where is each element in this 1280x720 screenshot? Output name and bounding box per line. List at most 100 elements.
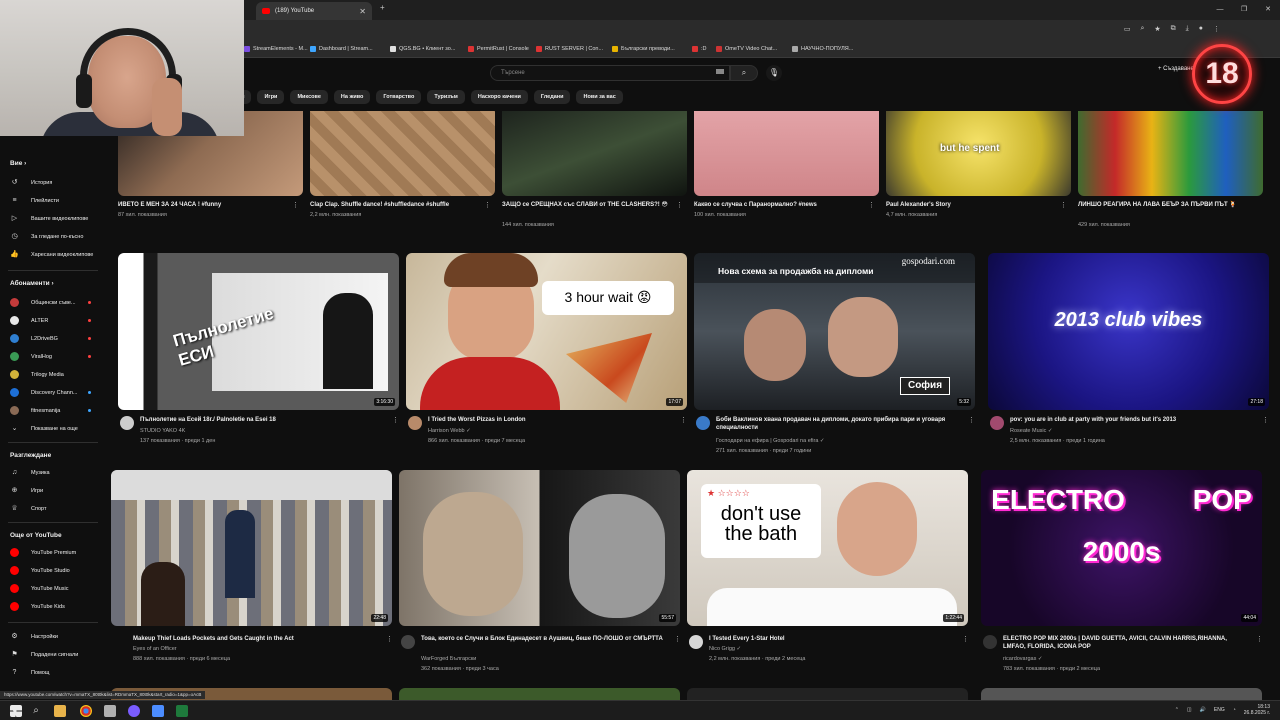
video-thumbnail[interactable]: ELECTRO POP 2000s 44:04: [981, 470, 1262, 626]
video-thumbnail[interactable]: 22:48: [111, 470, 392, 626]
chip[interactable]: Наскоро качени: [470, 90, 528, 104]
channel-avatar[interactable]: [696, 416, 710, 430]
channel-avatar[interactable]: [120, 416, 134, 430]
channel-avatar[interactable]: [408, 416, 422, 430]
sidebar-item-report-history[interactable]: ⚑ Подадени сигнали: [10, 650, 78, 659]
video-thumbnail[interactable]: gospodari.com Нова схема за продажба на …: [694, 253, 975, 410]
sidebar-sub[interactable]: ViralHog: [10, 352, 52, 361]
video-title[interactable]: I Tested Every 1-Star Hotel: [709, 635, 955, 643]
chip[interactable]: Гледани: [533, 90, 571, 104]
channel-name[interactable]: Roseate Music ✓: [1010, 427, 1053, 435]
more-options-icon[interactable]: ⋮: [392, 416, 399, 424]
sidebar-sub[interactable]: ALTER: [10, 316, 48, 325]
short-title[interactable]: ЛИНШО РЕАГИРА НА ЛАВА БЕЪР ЗА ПЪРВИ ПЪТ …: [1078, 201, 1256, 209]
more-options-icon[interactable]: ⋮: [292, 201, 299, 209]
short-thumbnail[interactable]: [694, 111, 879, 196]
search-icon[interactable]: ⌕: [30, 705, 42, 717]
video-title[interactable]: Боби Ваклинов хвана продавач на дипломи,…: [716, 416, 962, 432]
bookmark[interactable]: Български преводи...: [612, 46, 675, 52]
short-title[interactable]: Paul Alexander's Story: [886, 201, 1058, 209]
bookmark[interactable]: НАУЧНО-ПОПУЛЯ...: [792, 46, 853, 52]
video-title[interactable]: Това, което се Случи в Блок Единадесет в…: [421, 635, 667, 643]
keyboard-icon[interactable]: [716, 69, 724, 74]
video-title[interactable]: pov: you are in club at party with your …: [1010, 416, 1256, 424]
video-thumbnail[interactable]: 55:57: [399, 470, 680, 626]
channel-name[interactable]: Eyes of an Officer: [133, 645, 177, 653]
short-thumbnail[interactable]: but he spent: [886, 111, 1071, 196]
screen-share-icon[interactable]: ▭: [1124, 25, 1131, 33]
more-options-icon[interactable]: ⋮: [962, 635, 969, 643]
zoom-icon[interactable]: ⌕: [1140, 25, 1144, 33]
video-title[interactable]: ELECTRO POP MIX 2000s | DAVID GUETTA, AV…: [1003, 635, 1249, 651]
sidebar-item-history[interactable]: ↺ История: [10, 178, 53, 187]
bookmark[interactable]: OmeTV Video Chat...: [716, 46, 777, 52]
star-icon[interactable]: ★: [1154, 25, 1160, 33]
channel-name[interactable]: ricardovargas ✓: [1003, 655, 1042, 663]
language-indicator[interactable]: ENG: [1214, 707, 1225, 713]
video-thumbnail[interactable]: don't use the bath ★ ☆☆☆☆ 1:22:44: [687, 470, 968, 626]
short-thumbnail[interactable]: [1078, 111, 1263, 196]
microphone-icon[interactable]: 🎙: [766, 65, 782, 81]
app-icon[interactable]: [176, 705, 188, 717]
chrome-icon[interactable]: [80, 705, 92, 717]
bookmark[interactable]: RUST SERVER | Con...: [536, 46, 603, 52]
video-thumbnail[interactable]: [687, 688, 968, 700]
sidebar-show-more[interactable]: ⌄ Показване на още: [10, 424, 78, 433]
sidebar-you-header[interactable]: Вие ›: [10, 160, 26, 167]
more-options-icon[interactable]: ⋮: [676, 201, 683, 209]
channel-name[interactable]: WarForged Български: [421, 655, 476, 663]
bookmark[interactable]: QGS.BG • Клиент зо...: [390, 46, 455, 52]
video-thumbnail[interactable]: [981, 688, 1262, 700]
chip[interactable]: Туризъм: [427, 90, 465, 104]
more-options-icon[interactable]: ⋮: [1256, 635, 1263, 643]
app-icon[interactable]: [152, 705, 164, 717]
maximize-icon[interactable]: ❐: [1232, 0, 1256, 20]
app-icon[interactable]: [104, 705, 116, 717]
tab-youtube[interactable]: (189) YouTube ✕: [256, 2, 372, 20]
video-title[interactable]: Пълнолетие на Есей 18г./ Palnoletie na E…: [140, 416, 386, 424]
short-title[interactable]: ИВЕТО Е МЕН ЗА 24 ЧАСА ! #funny: [118, 201, 288, 209]
chip[interactable]: Нови за вас: [576, 90, 623, 104]
more-options-icon[interactable]: ⋮: [674, 635, 681, 643]
chip[interactable]: Игри: [257, 90, 285, 104]
sidebar-item-settings[interactable]: ⚙ Настройки: [10, 632, 58, 641]
sidebar-sub[interactable]: fitnesmanija: [10, 406, 60, 415]
sidebar-item-help[interactable]: ? Помощ: [10, 668, 50, 677]
volume-icon[interactable]: 🔊: [1200, 707, 1206, 713]
sidebar-item-yt-music[interactable]: YouTube Music: [10, 584, 69, 593]
short-thumbnail[interactable]: [502, 111, 687, 196]
more-options-icon[interactable]: ⋮: [484, 201, 491, 209]
channel-avatar[interactable]: [689, 635, 703, 649]
more-options-icon[interactable]: ⋮: [680, 416, 687, 424]
sidebar-item-yt-studio[interactable]: YouTube Studio: [10, 566, 70, 575]
sidebar-subscriptions-header[interactable]: Абонаменти ›: [10, 280, 54, 287]
chevron-up-icon[interactable]: ⌃: [1175, 707, 1179, 713]
file-explorer-icon[interactable]: [54, 705, 66, 717]
sidebar-item-your-videos[interactable]: ▷ Вашите видеоклипове: [10, 214, 89, 223]
channel-avatar[interactable]: [990, 416, 1004, 430]
chip[interactable]: Миксове: [290, 90, 328, 104]
more-options-icon[interactable]: ⋮: [1262, 416, 1269, 424]
bookmark[interactable]: :D: [692, 46, 707, 52]
sidebar-item-yt-kids[interactable]: YouTube Kids: [10, 602, 65, 611]
extensions-icon[interactable]: ⧉: [1171, 25, 1176, 33]
video-thumbnail[interactable]: 3 hour wait 😡 17:07: [406, 253, 687, 410]
sidebar-item-gaming[interactable]: ⊕ Игри: [10, 486, 44, 495]
app-icon[interactable]: [128, 705, 140, 717]
clock[interactable]: 18:13 26.8.2025 г.: [1244, 704, 1270, 716]
sidebar-item-playlists[interactable]: ≡ Плейлисти: [10, 196, 58, 205]
more-options-icon[interactable]: ⋮: [1060, 201, 1067, 209]
create-button[interactable]: + Създаване: [1158, 66, 1194, 72]
profile-icon[interactable]: ●: [1199, 25, 1203, 33]
sidebar-sub[interactable]: Общински съве...: [10, 298, 76, 307]
video-thumbnail[interactable]: [399, 688, 680, 700]
windows-start-icon[interactable]: [10, 705, 22, 717]
search-button[interactable]: ⌕: [730, 65, 758, 81]
channel-avatar[interactable]: [983, 635, 997, 649]
window-close-icon[interactable]: ✕: [1256, 0, 1280, 20]
sidebar-sub[interactable]: L2DriveBG: [10, 334, 58, 343]
sidebar-item-liked[interactable]: 👍 Харесани видеоклипове: [10, 250, 93, 259]
channel-name[interactable]: Nico Grigg ✓: [709, 645, 741, 653]
bookmark[interactable]: StreamElements - M...: [244, 46, 308, 52]
wifi-icon[interactable]: ◔: [1233, 707, 1236, 713]
